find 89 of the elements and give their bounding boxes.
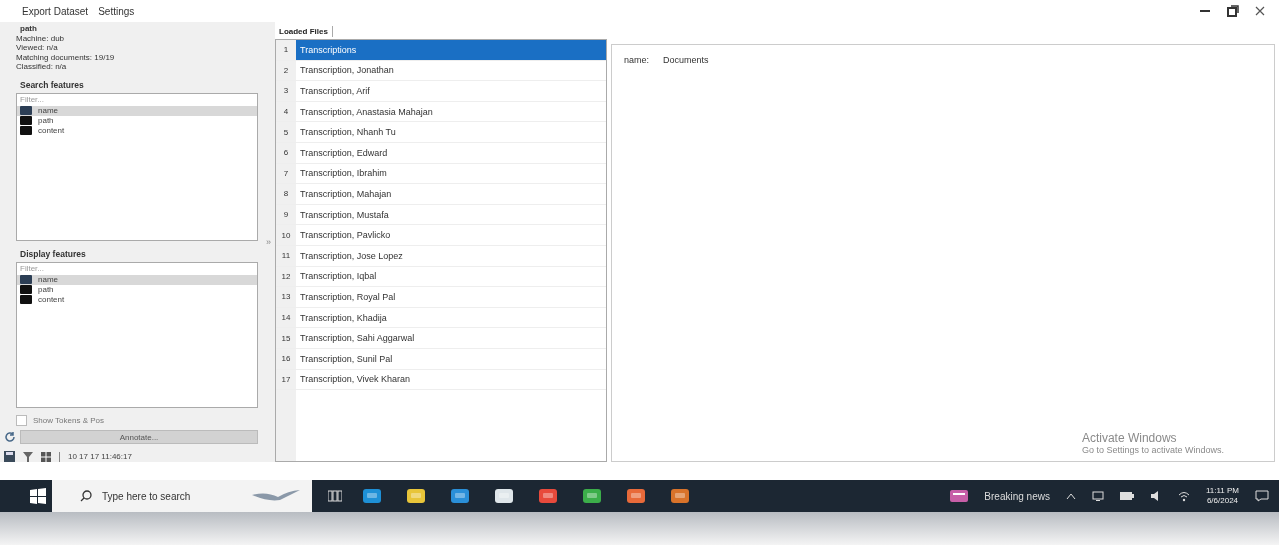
field-icon [20,106,32,115]
option-checkbox[interactable]: Show Tokens & Pos [16,414,104,426]
refresh-icon[interactable] [4,431,16,443]
feature-item[interactable]: name [17,274,257,285]
restore-icon[interactable] [1227,5,1239,17]
close-icon[interactable] [1255,6,1265,16]
document-item[interactable]: Transcription, Mahajan [296,184,606,204]
field-icon [20,275,32,285]
row-number: 15 [276,328,296,348]
document-item[interactable]: Transcription, Nhanh Tu [296,122,606,142]
row-number: 10 [276,225,296,245]
document-item[interactable]: Transcription, Iqbal [296,266,606,287]
app-icon[interactable] [538,487,558,505]
section-title: Search features [20,79,85,90]
app-icon[interactable] [582,487,602,505]
document-item[interactable]: Transcription, Vivek Kharan [296,369,606,390]
app-icon[interactable] [362,487,382,505]
tab[interactable]: Loaded Files [275,26,333,37]
info-line: Classified: n/a [16,62,68,72]
document-item[interactable]: Transcription, Sahi Aggarwal [296,328,606,348]
feature-item[interactable]: content [17,294,257,305]
search-icon [80,490,92,502]
task-view-icon[interactable] [328,490,342,502]
search-field[interactable]: Type here to search [52,480,312,512]
document-item[interactable]: Transcription, Ibrahim [296,163,606,184]
network-icon[interactable] [1091,490,1104,502]
row-number: 16 [276,348,296,369]
app-icon[interactable] [406,487,426,505]
feature-item[interactable]: content [17,125,257,136]
document-item[interactable]: Transcription, Edward [296,142,606,163]
field-icon [20,126,32,135]
row-number: 11 [276,245,296,266]
wifi-icon[interactable] [1177,490,1190,502]
document-item[interactable]: Transcription, Khadija [296,307,606,328]
status-text: 10 17 17 11:46:17 [68,452,132,461]
field-value: Documents [663,55,709,65]
section-title: Display features [20,248,87,259]
info-line: Machine: dub [16,33,66,43]
app-icon[interactable] [626,487,646,505]
field-icon [20,295,32,305]
app-icon[interactable] [450,487,470,505]
row-number: 17 [276,369,296,390]
row-number: 3 [276,81,296,101]
row-number: 5 [276,122,296,142]
field-icon [20,116,32,125]
info-line: Matching documents: 19/19 [16,52,116,62]
row-number: 14 [276,307,296,328]
clock[interactable]: 11:11 PM 6/6/2024 [1205,486,1239,506]
battery-icon[interactable] [1119,491,1134,501]
document-item[interactable]: Transcription, Jonathan [296,60,606,81]
field-icon [20,285,32,295]
info-title: path [20,24,38,34]
windows-icon[interactable] [30,488,46,504]
activation-title: Activate Windows [1081,431,1178,445]
feature-item[interactable]: path [17,115,257,126]
feature-item[interactable]: path [17,284,257,295]
row-number: 4 [276,101,296,122]
caret-icon[interactable] [1065,492,1076,500]
news-icon[interactable] [950,490,969,502]
row-number: 7 [276,163,296,184]
menu-item[interactable]: Settings [98,5,135,17]
document-item[interactable]: Transcription, Jose Lopez [296,245,606,266]
row-number: 2 [276,60,296,81]
row-number: 13 [276,287,296,307]
app-icon[interactable] [670,487,690,505]
info-line: Viewed: n/a [16,43,59,53]
activation-subtitle: Go to Settings to activate Windows. [1081,445,1224,455]
app-icon[interactable] [494,487,514,505]
document-item[interactable]: Transcriptions [296,40,606,60]
row-number: 8 [276,184,296,204]
row-number: 6 [276,142,296,163]
document-item[interactable]: Transcription, Sunil Pal [296,348,606,369]
row-number: 12 [276,266,296,287]
document-item[interactable]: Transcription, Arif [296,81,606,101]
document-item[interactable]: Transcription, Pavlicko [296,225,606,245]
document-item[interactable]: Transcription, Anastasia Mahajan [296,101,606,122]
grid-icon[interactable] [41,451,51,462]
feature-item[interactable]: name [17,105,257,116]
news-label[interactable]: Breaking news [984,490,1050,502]
menu-item[interactable]: Export Dataset [22,5,89,17]
bird-icon [250,489,302,503]
notification-icon[interactable] [1255,490,1269,502]
filter-icon[interactable] [23,451,33,462]
field-label: name: [624,55,649,65]
document-item[interactable]: Transcription, Mustafa [296,204,606,225]
row-number: 9 [276,204,296,225]
document-item[interactable]: Transcription, Royal Pal [296,287,606,307]
save-icon[interactable] [4,451,15,462]
row-number: 1 [276,40,296,60]
